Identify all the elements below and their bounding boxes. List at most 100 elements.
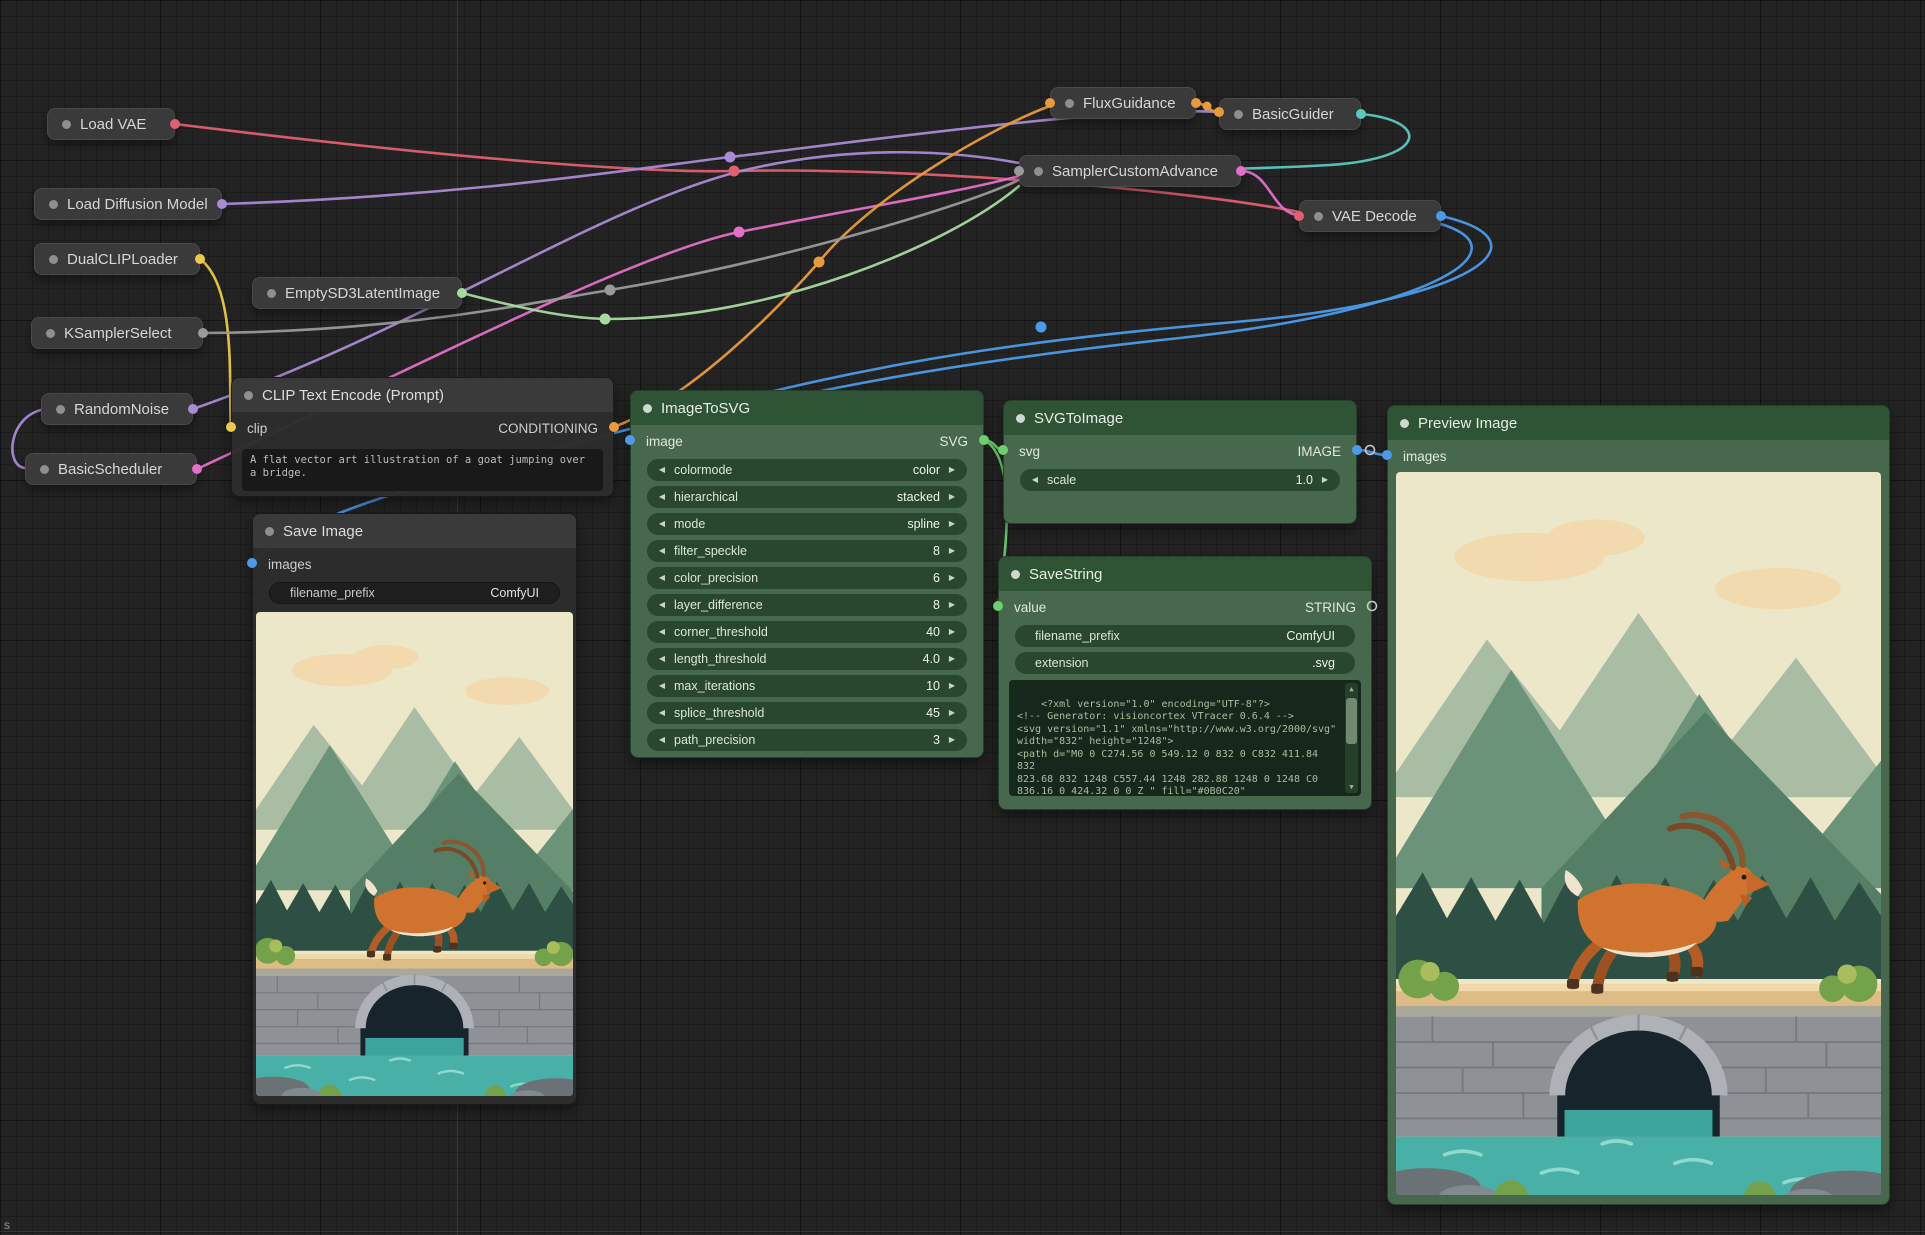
node-vae-decode[interactable]: VAE Decode: [1299, 200, 1441, 232]
collapse-dot-icon[interactable]: [1065, 99, 1074, 108]
widget-filename-prefix[interactable]: filename_prefix ComfyUI: [269, 582, 560, 604]
collapse-dot-icon[interactable]: [46, 329, 55, 338]
reroute-dot-conditioning[interactable]: [814, 257, 825, 268]
svg-code-textarea[interactable]: <?xml version="1.0" encoding="UTF-8"?> <…: [1009, 680, 1361, 796]
collapse-dot-icon[interactable]: [49, 200, 58, 209]
increment-arrow-icon[interactable]: ▶: [946, 675, 958, 697]
node-randomnoise[interactable]: RandomNoise: [41, 393, 193, 425]
widget-length-threshold[interactable]: ◀ length_threshold 4.0 ▶: [647, 648, 967, 670]
increment-arrow-icon[interactable]: ▶: [946, 621, 958, 643]
widget-layer-difference[interactable]: ◀ layer_difference 8 ▶: [647, 594, 967, 616]
node-header[interactable]: Preview Image: [1388, 406, 1889, 440]
widget-hierarchical[interactable]: ◀ hierarchical stacked ▶: [647, 486, 967, 508]
collapse-dot-icon[interactable]: [1400, 419, 1409, 428]
increment-arrow-icon[interactable]: ▶: [1319, 469, 1331, 491]
widget-path-precision[interactable]: ◀ path_precision 3 ▶: [647, 729, 967, 751]
increment-arrow-icon[interactable]: ▶: [946, 513, 958, 535]
increment-arrow-icon[interactable]: ▶: [946, 540, 958, 562]
collapse-dot-icon[interactable]: [643, 404, 652, 413]
collapse-dot-icon[interactable]: [244, 391, 253, 400]
scrollbar[interactable]: ▲ ▼: [1345, 683, 1358, 793]
decrement-arrow-icon[interactable]: ◀: [656, 702, 668, 724]
wire-clip: [200, 259, 231, 427]
collapse-dot-icon[interactable]: [49, 255, 58, 264]
widget-extension[interactable]: extension .svg: [1015, 652, 1355, 674]
scroll-down-icon[interactable]: ▼: [1345, 781, 1358, 793]
decrement-arrow-icon[interactable]: ◀: [656, 621, 668, 643]
widget-corner-threshold[interactable]: ◀ corner_threshold 40 ▶: [647, 621, 967, 643]
collapse-dot-icon[interactable]: [1314, 212, 1323, 221]
increment-arrow-icon[interactable]: ▶: [946, 594, 958, 616]
comfyui-canvas[interactable]: { "icons": { "left_arrow": "◀", "right_a…: [0, 0, 1925, 1235]
collapse-dot-icon[interactable]: [1016, 414, 1025, 423]
node-preview-image[interactable]: Preview Image images: [1387, 405, 1890, 1205]
node-basicscheduler[interactable]: BasicScheduler: [25, 453, 197, 485]
decrement-arrow-icon[interactable]: ◀: [656, 486, 668, 508]
reroute-dot-sigmas[interactable]: [734, 227, 745, 238]
increment-arrow-icon[interactable]: ▶: [946, 459, 958, 481]
node-title: SaveString: [1029, 566, 1102, 583]
widget-filter-speckle[interactable]: ◀ filter_speckle 8 ▶: [647, 540, 967, 562]
scrollbar-thumb[interactable]: [1346, 698, 1357, 744]
port-svgtoimage-out-ring[interactable]: [1366, 446, 1375, 455]
wire-svg-toimage: [984, 440, 1003, 450]
node-load-diffusion-model[interactable]: Load Diffusion Model: [34, 188, 222, 220]
decrement-arrow-icon[interactable]: ◀: [656, 648, 668, 670]
node-header[interactable]: SVGToImage: [1004, 401, 1356, 435]
reroute-dot-latent[interactable]: [600, 314, 611, 325]
decrement-arrow-icon[interactable]: ◀: [656, 567, 668, 589]
increment-arrow-icon[interactable]: ▶: [946, 702, 958, 724]
widget-filename-prefix[interactable]: filename_prefix ComfyUI: [1015, 625, 1355, 647]
increment-arrow-icon[interactable]: ▶: [946, 486, 958, 508]
collapse-dot-icon[interactable]: [62, 120, 71, 129]
node-header[interactable]: ImageToSVG: [631, 391, 983, 425]
reroute-dot-model[interactable]: [725, 152, 736, 163]
node-basicguider[interactable]: BasicGuider: [1219, 98, 1361, 130]
node-clip-text-encode[interactable]: CLIP Text Encode (Prompt) clip CONDITION…: [231, 377, 614, 497]
collapse-dot-icon[interactable]: [265, 527, 274, 536]
node-load-vae[interactable]: Load VAE: [47, 108, 175, 140]
widget-mode[interactable]: ◀ mode spline ▶: [647, 513, 967, 535]
collapse-dot-icon[interactable]: [1034, 167, 1043, 176]
decrement-arrow-icon[interactable]: ◀: [656, 513, 668, 535]
node-image-to-svg[interactable]: ImageToSVG image SVG ◀ colormode color ▶…: [630, 390, 984, 758]
increment-arrow-icon[interactable]: ▶: [946, 729, 958, 751]
collapse-dot-icon[interactable]: [40, 465, 49, 474]
saved-image-preview: [256, 612, 573, 1096]
node-svg-to-image[interactable]: SVGToImage svg IMAGE ◀ scale 1.0 ▶: [1003, 400, 1357, 524]
node-samplercustomadvance[interactable]: SamplerCustomAdvance: [1019, 155, 1241, 187]
widget-scale[interactable]: ◀ scale 1.0 ▶: [1020, 469, 1340, 491]
scroll-up-icon[interactable]: ▲: [1345, 683, 1358, 695]
reroute-dot-guidance[interactable]: [1203, 102, 1212, 111]
widget-splice-threshold[interactable]: ◀ splice_threshold 45 ▶: [647, 702, 967, 724]
prompt-textarea[interactable]: A flat vector art illustration of a goat…: [242, 449, 603, 491]
decrement-arrow-icon[interactable]: ◀: [1029, 469, 1041, 491]
collapse-dot-icon[interactable]: [1234, 110, 1243, 119]
collapse-dot-icon[interactable]: [267, 289, 276, 298]
decrement-arrow-icon[interactable]: ◀: [656, 729, 668, 751]
decrement-arrow-icon[interactable]: ◀: [656, 540, 668, 562]
widget-colormode[interactable]: ◀ colormode color ▶: [647, 459, 967, 481]
widget-color-precision[interactable]: ◀ color_precision 6 ▶: [647, 567, 967, 589]
collapse-dot-icon[interactable]: [1011, 570, 1020, 579]
increment-arrow-icon[interactable]: ▶: [946, 567, 958, 589]
reroute-dot-image[interactable]: [1036, 322, 1047, 333]
increment-arrow-icon[interactable]: ▶: [946, 648, 958, 670]
node-save-image[interactable]: Save Image images filename_prefix ComfyU…: [252, 513, 577, 1105]
node-emptysd3latentimage[interactable]: EmptySD3LatentImage: [252, 277, 462, 309]
node-ksamplerselect[interactable]: KSamplerSelect: [31, 317, 203, 349]
node-header[interactable]: CLIP Text Encode (Prompt): [232, 378, 613, 412]
decrement-arrow-icon[interactable]: ◀: [656, 594, 668, 616]
decrement-arrow-icon[interactable]: ◀: [656, 459, 668, 481]
collapse-dot-icon[interactable]: [56, 405, 65, 414]
wire-latent: [462, 186, 1019, 319]
node-header[interactable]: Save Image: [253, 514, 576, 548]
decrement-arrow-icon[interactable]: ◀: [656, 675, 668, 697]
node-header[interactable]: SaveString: [999, 557, 1371, 591]
reroute-dot-vae[interactable]: [729, 166, 740, 177]
node-save-string[interactable]: SaveString value STRING filename_prefix …: [998, 556, 1372, 810]
widget-max-iterations[interactable]: ◀ max_iterations 10 ▶: [647, 675, 967, 697]
node-fluxguidance[interactable]: FluxGuidance: [1050, 87, 1196, 119]
reroute-dot-sampler[interactable]: [605, 285, 616, 296]
node-dualcliploader[interactable]: DualCLIPLoader: [34, 243, 200, 275]
